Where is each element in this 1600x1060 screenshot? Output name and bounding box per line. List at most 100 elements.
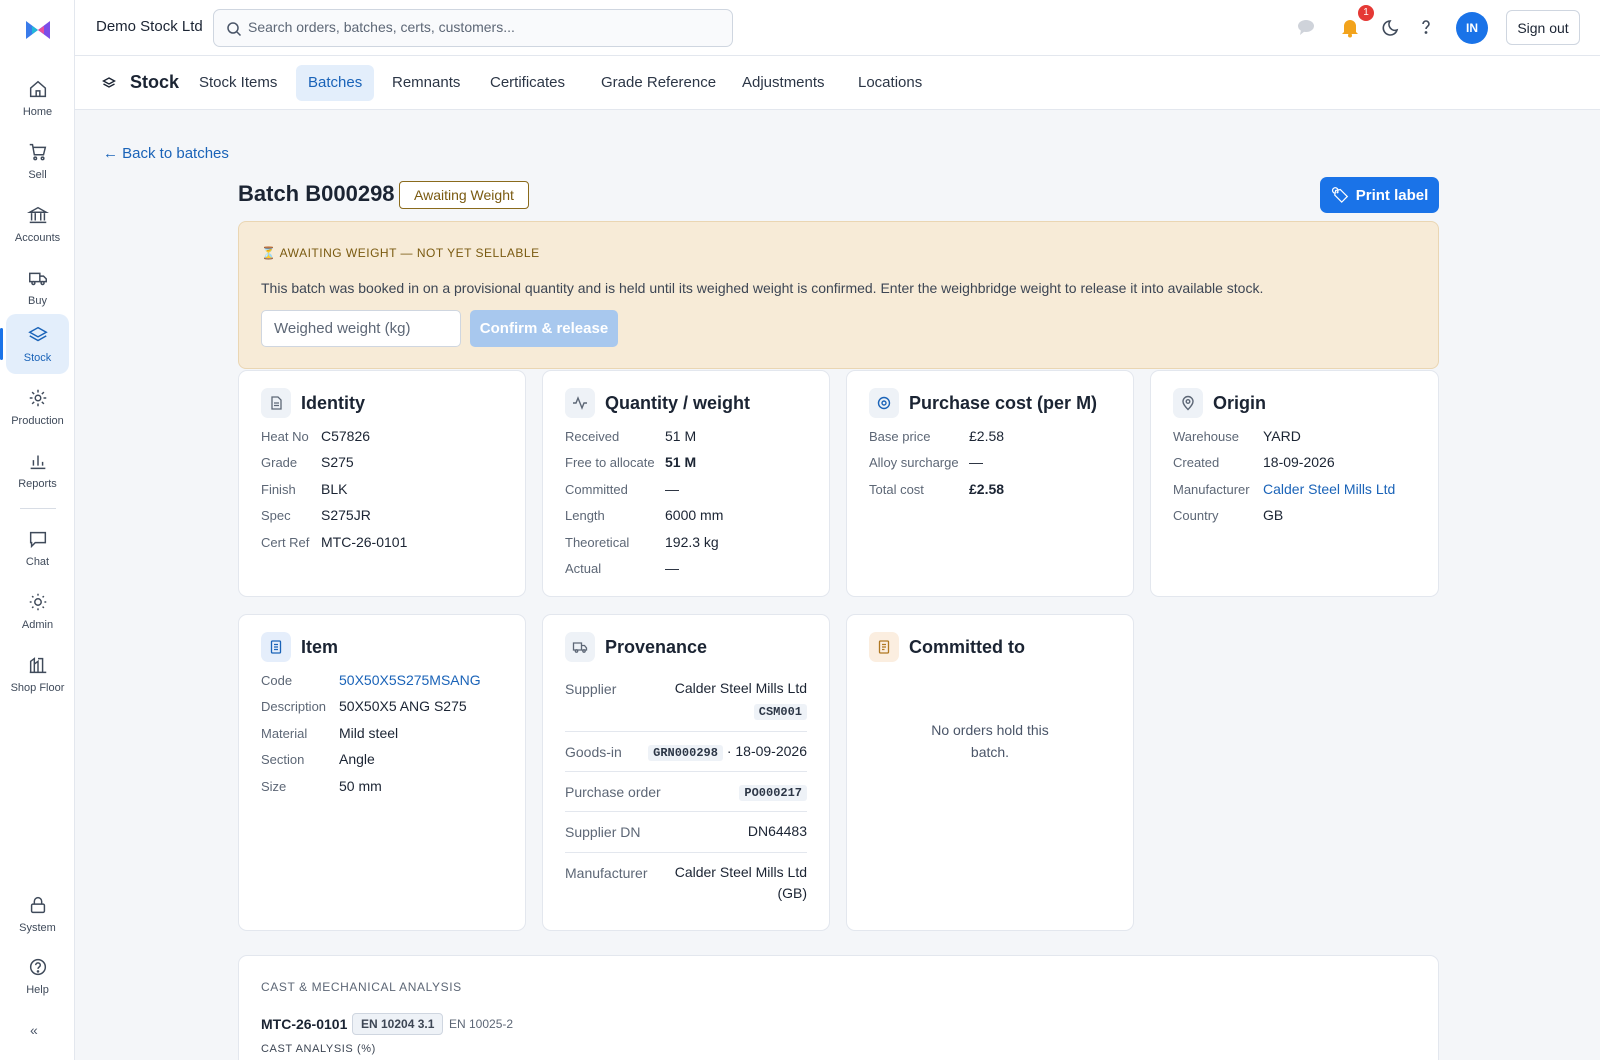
field-label: Spec [261,508,291,523]
field-value: C57826 [321,428,371,444]
field-label: Country [1173,508,1219,523]
user-avatar[interactable]: IN [1456,12,1488,44]
sidebar-item-production[interactable]: Production [6,377,69,437]
lock-icon [30,896,45,914]
certificate-ref[interactable]: MTC-26-0101 [261,1016,347,1032]
list-document-icon [270,640,282,654]
field-label: Description [261,699,327,714]
empty-state-line: batch. [970,744,1010,760]
manufacturer-link[interactable]: Calder Steel Mills Ltd [1263,481,1395,497]
field-label: Heat No [261,429,309,444]
empty-state-line: No orders hold this [931,722,1049,738]
certificate-type-badge: EN 10204 3.1 [352,1013,444,1035]
field-value: Angle [339,751,375,767]
activity-icon [573,396,587,410]
field-label: Base price [869,429,931,444]
sidebar-item-reports[interactable]: Reports [6,440,69,500]
layers-icon [27,326,48,342]
sidebar-item-label: Shop Floor [10,682,65,694]
bell-icon[interactable] [1339,16,1361,38]
sign-out-button[interactable]: Sign out [1506,10,1580,45]
field-label: Warehouse [1173,429,1239,444]
global-search[interactable] [213,9,733,47]
provenance-row-manufacturer: Manufacturer Calder Steel Mills Ltd (GB) [565,853,807,913]
chat-bubble-icon[interactable] [1295,16,1317,38]
card-icon-wrap [565,388,595,418]
field-value: Calder Steel Mills Ltd [674,864,807,880]
purchase-cost-card: Purchase cost (per M) Base price £2.58 A… [846,370,1134,597]
field-value: 18-09-2026 [1263,454,1335,470]
sidebar-item-label: Chat [25,556,50,568]
field-label: Supplier DN [565,824,641,840]
field-label: Purchase order [565,784,661,800]
sidebar-item-sell[interactable]: Sell [6,131,69,191]
sidebar-divider [20,508,56,509]
help-icon[interactable] [1415,16,1437,38]
field-value: S275 [321,454,354,470]
sun-gear-icon [29,593,46,611]
print-label-text: Print label [1355,187,1429,204]
search-input[interactable] [248,19,718,35]
tab-remnants[interactable]: Remnants [380,65,472,101]
provenance-card: Provenance Supplier Calder Steel Mills L… [542,614,830,931]
moon-icon[interactable] [1382,16,1404,38]
sidebar-item-home[interactable]: Home [6,68,69,128]
standard-label: EN 10025-2 [449,1017,514,1031]
help-icon [29,958,46,976]
collapse-sidebar-button[interactable]: « [30,1022,38,1038]
field-value: BLK [321,481,348,497]
sidebar-item-label: Production [11,415,64,427]
card-icon-wrap [261,388,291,418]
supplier-code: CSM001 [753,702,807,720]
card-icon-wrap [869,388,899,418]
print-label-button[interactable]: 🏷 Print label [1320,177,1439,213]
tab-grade-reference[interactable]: Grade Reference [589,65,728,101]
field-value: MTC-26-0101 [321,534,408,550]
field-value: DN64483 [747,823,807,839]
weighed-weight-input[interactable] [261,310,461,347]
cast-mechanical-analysis-panel: CAST & MECHANICAL ANALYSIS MTC-26-0101 E… [238,955,1439,1060]
card-icon-wrap [261,632,291,662]
home-icon [29,80,46,98]
tab-batches[interactable]: Batches [296,65,375,101]
sidebar-item-chat[interactable]: Chat [6,518,69,578]
field-value: 51 M [665,454,697,470]
tab-stock-items[interactable]: Stock Items [187,65,289,101]
tab-adjustments[interactable]: Adjustments [730,65,837,101]
sidebar: Home Sell Accounts Buy Stock Production … [0,0,75,1060]
goods-in-code-chip[interactable]: GRN000298 [648,745,723,761]
field-label: Committed [565,482,628,497]
field-label: Alloy surcharge [869,455,959,470]
analysis-heading: CAST & MECHANICAL ANALYSIS [261,980,462,994]
company-name[interactable]: Demo Stock Ltd [96,18,203,35]
sidebar-item-label: Admin [21,619,54,631]
sidebar-item-buy[interactable]: Buy [6,257,69,317]
field-value: Mild steel [339,725,399,741]
field-value: £2.58 [969,481,1005,497]
sidebar-item-accounts[interactable]: Accounts [6,194,69,254]
field-label: Code [261,673,293,688]
sidebar-item-system[interactable]: System [6,884,69,944]
purchase-order-code-chip[interactable]: PO000217 [739,785,807,801]
sidebar-item-admin[interactable]: Admin [6,581,69,641]
sidebar-item-label: Help [26,984,49,996]
field-value: GB [1263,507,1284,523]
stock-subnav: Stock Stock Items Batches Remnants Certi… [75,56,1600,110]
confirm-release-button[interactable]: Confirm & release [470,310,618,347]
field-label: Size [261,779,287,794]
sidebar-item-help[interactable]: Help [6,946,69,1006]
cart-icon [29,143,46,161]
field-value: 50X50X5 ANG S275 [339,698,467,714]
sidebar-item-stock[interactable]: Stock [0,314,69,374]
bar-chart-icon [30,455,45,470]
tab-certificates[interactable]: Certificates [478,65,577,101]
card-title: Identity [301,393,366,413]
sidebar-item-shop-floor[interactable]: Shop Floor [6,644,69,704]
layers-icon [102,77,116,88]
back-to-batches-link[interactable]: ← Back to batches [103,145,229,162]
field-value: Calder Steel Mills Ltd [674,680,807,696]
tab-locations[interactable]: Locations [846,65,934,101]
field-value: 192.3 kg [665,534,719,550]
item-code-link[interactable]: 50X50X5S275MSANG [339,672,481,688]
app-logo-icon[interactable] [24,18,52,42]
